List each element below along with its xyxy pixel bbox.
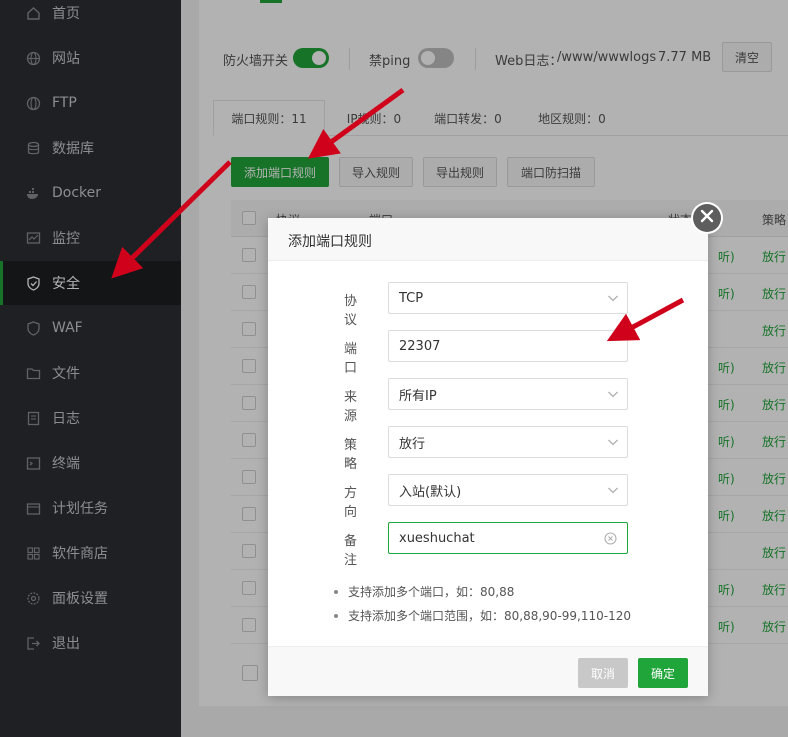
dialog-title: 添加端口规则: [288, 234, 372, 250]
remark-value: xueshuchat: [399, 530, 475, 546]
tip-item: 支持添加多个端口范围，如：80,88,90-99,110-120: [334, 607, 631, 624]
protocol-value: TCP: [399, 290, 424, 306]
direction-value: 入站(默认): [399, 484, 462, 500]
confirm-button[interactable]: 确定: [638, 658, 688, 688]
policy-select[interactable]: 放行: [388, 426, 628, 458]
protocol-label: 协议: [344, 294, 358, 328]
port-input[interactable]: 22307: [388, 330, 628, 362]
clear-input-icon[interactable]: [604, 532, 617, 549]
close-icon: [700, 209, 714, 227]
remark-input[interactable]: xueshuchat: [388, 522, 628, 554]
add-port-rule-dialog: 添加端口规则 协议 TCP 端口 22307 来源 所有IP 策略 放行 方向 …: [268, 218, 708, 696]
direction-label: 方向: [344, 486, 358, 520]
dialog-footer: 取消 确定: [268, 646, 708, 696]
port-value: 22307: [399, 338, 441, 354]
policy-value: 放行: [399, 436, 426, 452]
chevron-down-icon: [607, 484, 619, 500]
tip-item: 支持添加多个端口，如：80,88: [334, 583, 514, 600]
source-value: 所有IP: [399, 388, 437, 404]
chevron-down-icon: [607, 388, 619, 404]
source-label: 来源: [344, 390, 358, 424]
dialog-header: 添加端口规则: [268, 218, 708, 261]
chevron-down-icon: [607, 436, 619, 452]
source-select[interactable]: 所有IP: [388, 378, 628, 410]
direction-select[interactable]: 入站(默认): [388, 474, 628, 506]
remark-label: 备注: [344, 534, 358, 568]
port-label: 端口: [344, 342, 358, 376]
policy-label: 策略: [344, 438, 358, 472]
protocol-select[interactable]: TCP: [388, 282, 628, 314]
chevron-down-icon: [607, 292, 619, 308]
dialog-close-button[interactable]: [691, 202, 723, 234]
cancel-button[interactable]: 取消: [578, 658, 628, 688]
